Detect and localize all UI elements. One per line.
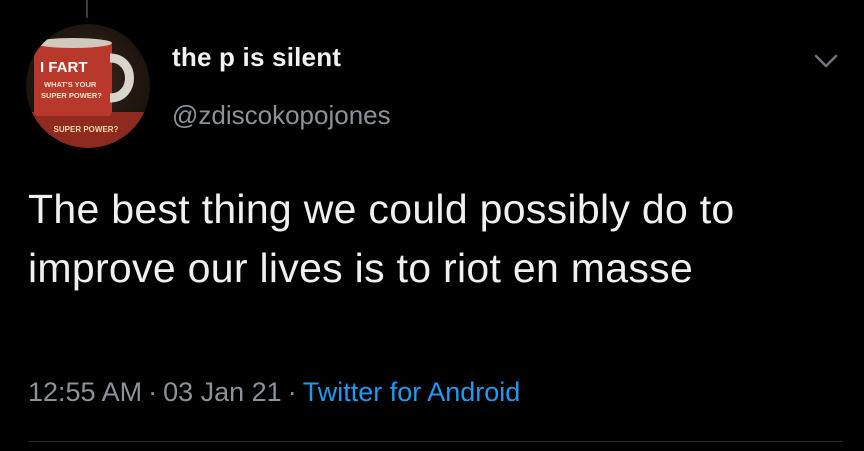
avatar-mug-title: I FART (40, 59, 88, 76)
chevron-down-icon[interactable] (811, 46, 841, 76)
divider (28, 441, 842, 442)
tweet-date[interactable]: 03 Jan 21 (163, 377, 282, 407)
user-handle[interactable]: @zdiscokopojones (172, 100, 391, 131)
avatar-mug-line2: WHAT'S YOUR (44, 80, 97, 89)
tweet-metadata: 12:55 AM · 03 Jan 21 · Twitter for Android (28, 377, 520, 408)
avatar[interactable]: SUPER POWER? I FART WHAT'S YOUR SUPER PO… (26, 24, 150, 148)
meta-separator: · (148, 377, 158, 407)
avatar-sign-text: SUPER POWER? (54, 125, 119, 134)
tweet-header: the p is silent (172, 42, 341, 73)
tweet-time[interactable]: 12:55 AM (28, 377, 142, 407)
display-name[interactable]: the p is silent (172, 42, 341, 73)
tweet-text: The best thing we could possibly do to i… (28, 186, 735, 291)
tweet-source-link[interactable]: Twitter for Android (303, 377, 521, 407)
thread-connector-line (86, 0, 88, 18)
avatar-image: SUPER POWER? I FART WHAT'S YOUR SUPER PO… (26, 38, 150, 148)
avatar-mug-line3: SUPER POWER? (41, 91, 102, 100)
meta-separator: · (287, 377, 297, 407)
